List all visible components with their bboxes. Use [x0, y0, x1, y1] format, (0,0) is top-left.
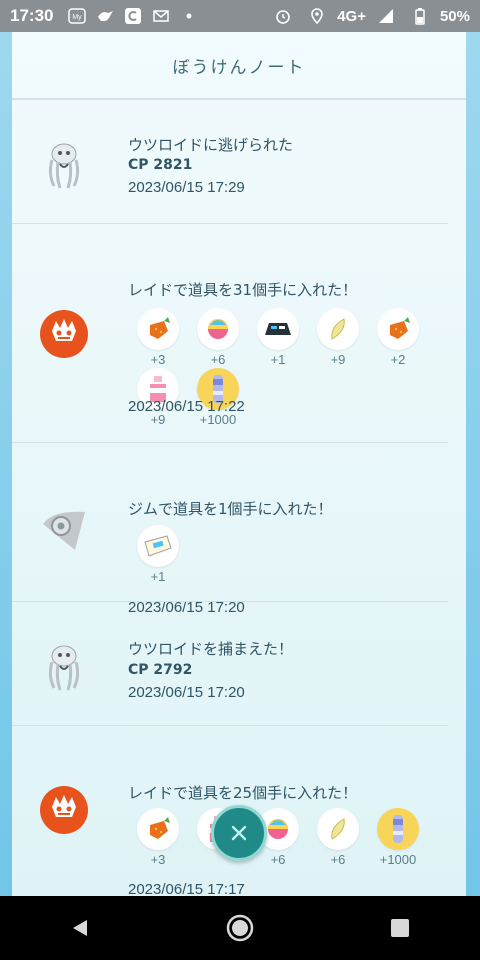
panel-header: ぼうけんノート [12, 32, 466, 100]
status-bar: 17:30 My 4G+ 50% [0, 0, 480, 32]
battery-icon [411, 7, 429, 25]
home-icon [226, 914, 254, 942]
reward-item: +6 [194, 308, 242, 367]
pokemon-icon [38, 140, 90, 192]
reward-qty: +1000 [379, 852, 417, 867]
entry-timestamp: 2023/06/15 17:22 [128, 398, 245, 415]
navigation-bar [0, 896, 480, 960]
berry-icon [137, 308, 179, 350]
battery-percent: 50% [439, 7, 470, 25]
reward-item: +3 [134, 308, 182, 367]
pokemon-icon [38, 642, 90, 694]
stardust-icon [377, 808, 419, 850]
reward-item: +1 [254, 308, 302, 367]
silver-pinap-icon [317, 808, 359, 850]
log-entry: ウツロイドに逃げられた CP 2821 2023/06/15 17:29 [12, 102, 466, 224]
reward-qty: +3 [150, 352, 166, 367]
adventure-log-panel: ぼうけんノート ウツロイドに逃げられた CP 2821 2023/06/15 1… [12, 32, 466, 896]
reward-qty: +6 [270, 852, 286, 867]
dot-icon [180, 7, 198, 25]
bird-icon [96, 7, 114, 25]
reward-qty: +6 [210, 352, 226, 367]
log-entry: ジムで道具を1個手に入れた！ +1 2023/06/15 17:20 [12, 443, 466, 616]
raid-pass-icon [137, 525, 179, 567]
gym-icon [38, 503, 90, 555]
alarm-icon [274, 7, 292, 25]
berry-icon [137, 808, 179, 850]
reward-qty: +1 [150, 569, 166, 584]
reward-qty: +3 [150, 852, 166, 867]
silver-pinap-icon [317, 308, 359, 350]
status-time: 17:30 [10, 6, 54, 25]
reward-item: +2 [374, 308, 422, 367]
recents-button[interactable] [380, 908, 420, 948]
back-icon [73, 920, 87, 936]
close-icon [231, 825, 247, 841]
entry-timestamp: 2023/06/15 17:20 [128, 684, 245, 701]
entry-title: ウツロイドに逃げられた [128, 136, 294, 154]
home-button[interactable] [220, 908, 260, 948]
close-button[interactable] [211, 805, 267, 861]
reward-item: +3 [134, 808, 182, 867]
mail-icon [152, 7, 170, 25]
reward-qty: +9 [330, 352, 346, 367]
recents-icon [391, 919, 409, 937]
entry-timestamp: 2023/06/15 17:29 [128, 179, 245, 196]
page-title: ぼうけんノート [172, 57, 306, 78]
log-entry: レイドで道具を31個手に入れた！ +3 +6 +1 +9 +2 +9 +1000… [12, 224, 466, 443]
entry-cp: CP 2792 [128, 662, 193, 678]
raid-icon [38, 308, 90, 360]
reward-qty: +1 [270, 352, 286, 367]
reward-qty: +6 [330, 852, 346, 867]
my-app-icon: My [68, 7, 87, 25]
network-type: 4G+ [337, 7, 366, 25]
location-icon [308, 7, 326, 25]
c-app-icon [124, 7, 142, 25]
back-button[interactable] [60, 908, 100, 948]
log-entry: ウツロイドを捕まえた！ CP 2792 2023/06/15 17:20 [12, 602, 466, 726]
signal-icon [377, 7, 395, 25]
reward-item: +9 [314, 308, 362, 367]
reward-item: +6 [314, 808, 362, 867]
entry-title: レイドで道具を25個手に入れた！ [128, 784, 358, 802]
berry-icon [377, 308, 419, 350]
rare-candy-icon [197, 308, 239, 350]
raid-icon [38, 784, 90, 836]
tm-icon [257, 308, 299, 350]
entry-title: ウツロイドを捕まえた！ [128, 640, 294, 658]
entry-title: レイドで道具を31個手に入れた！ [128, 281, 358, 299]
svg-text:My: My [73, 14, 83, 21]
entry-cp: CP 2821 [128, 157, 193, 173]
entry-timestamp: 2023/06/15 17:17 [128, 881, 245, 896]
reward-item: +1 [134, 525, 182, 584]
reward-item: +1000 [374, 808, 422, 867]
reward-qty: +2 [390, 352, 406, 367]
entry-title: ジムで道具を1個手に入れた！ [128, 500, 333, 518]
